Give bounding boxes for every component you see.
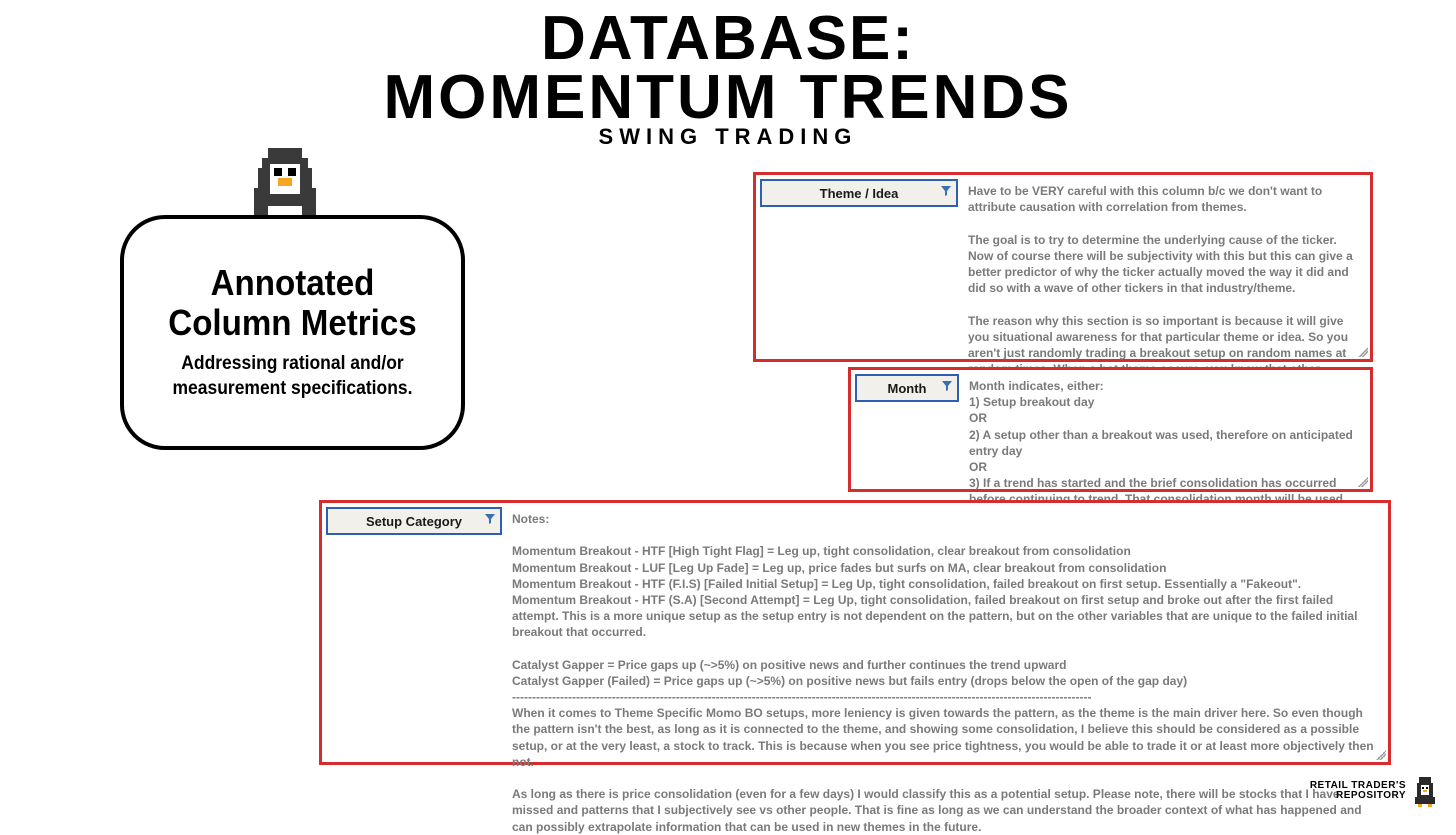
page-title-block: DATABASE: MOMENTUM TRENDS SWING TRADING: [0, 10, 1456, 150]
resize-grip-icon[interactable]: [1358, 477, 1368, 487]
filter-icon[interactable]: [940, 185, 952, 197]
panel-theme-body: Have to be VERY careful with this column…: [962, 175, 1370, 359]
panel-theme-idea: Theme / Idea Have to be VERY careful wit…: [753, 172, 1373, 362]
footer-text: RETAIL TRADER'S REPOSITORY: [1310, 781, 1406, 802]
card-subtext: Addressing rational and/or measurement s…: [158, 352, 428, 401]
column-header-setup[interactable]: Setup Category: [326, 507, 502, 535]
page-title-line1: DATABASE:: [0, 10, 1456, 69]
column-header-theme[interactable]: Theme / Idea: [760, 179, 958, 207]
penguin-mascot-icon: [240, 142, 330, 222]
card-heading: Annotated Column Metrics: [158, 263, 428, 342]
filter-icon[interactable]: [941, 380, 953, 392]
annotated-metrics-card: Annotated Column Metrics Addressing rati…: [120, 215, 465, 450]
resize-grip-icon[interactable]: [1358, 347, 1368, 357]
panel-month: Month Month indicates, either: 1) Setup …: [848, 367, 1373, 492]
column-header-theme-label: Theme / Idea: [820, 186, 899, 201]
column-header-month-label: Month: [888, 381, 927, 396]
filter-icon[interactable]: [484, 513, 496, 525]
column-header-month[interactable]: Month: [855, 374, 959, 402]
footer-brand: RETAIL TRADER'S REPOSITORY: [1310, 775, 1438, 807]
resize-grip-icon[interactable]: [1376, 750, 1386, 760]
column-header-setup-label: Setup Category: [366, 514, 462, 529]
footer-penguin-icon: [1412, 775, 1438, 807]
panel-setup-category: Setup Category Notes: Momentum Breakout …: [319, 500, 1391, 765]
panel-month-body: Month indicates, either: 1) Setup breako…: [963, 370, 1370, 489]
footer-line2: REPOSITORY: [1310, 791, 1406, 802]
panel-setup-body: Notes: Momentum Breakout - HTF [High Tig…: [506, 503, 1388, 762]
page-title-line2: MOMENTUM TRENDS: [0, 69, 1456, 128]
page-subtitle: SWING TRADING: [0, 124, 1456, 150]
